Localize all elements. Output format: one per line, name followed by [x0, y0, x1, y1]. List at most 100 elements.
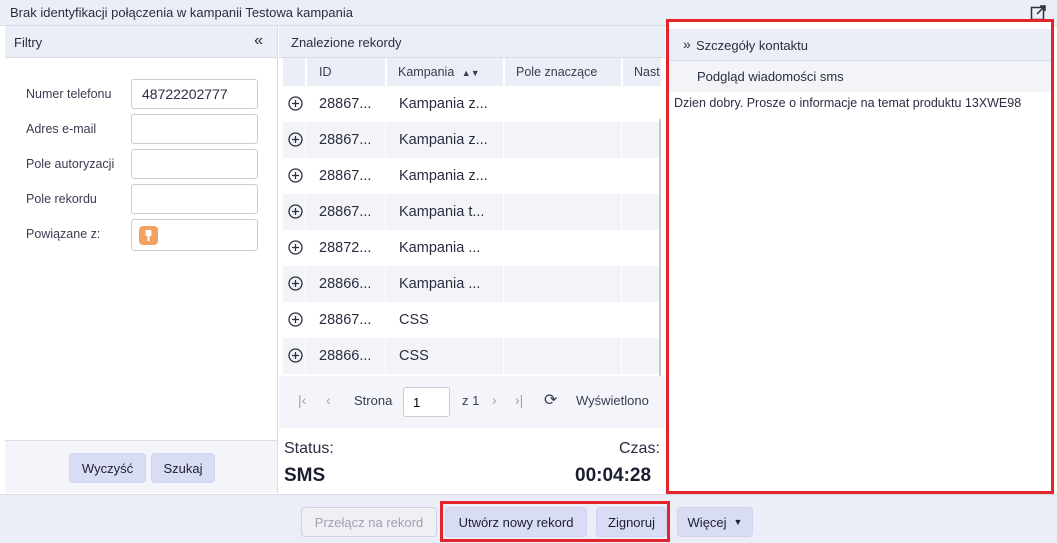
- column-divider: [503, 302, 504, 338]
- double-chevron-left-icon[interactable]: «: [254, 32, 263, 50]
- expand-plus-icon[interactable]: [288, 96, 303, 111]
- filters-header: Filtry «: [5, 26, 277, 58]
- phone-input[interactable]: [131, 79, 258, 109]
- records-header: Znalezione rekordy: [279, 26, 665, 58]
- records-panel: Znalezione rekordy ID Kampania ▲▼ Pole z…: [279, 26, 665, 493]
- page-label: Strona: [354, 393, 393, 408]
- contact-details-title: Szczegóły kontaktu: [696, 38, 809, 53]
- more-button[interactable]: Więcej ▼: [677, 507, 753, 537]
- sort-icon[interactable]: ▲▼: [462, 68, 480, 78]
- table-row[interactable]: 28867... Kampania z...: [283, 158, 661, 194]
- row-campaign-cell: Kampania t...: [399, 204, 485, 220]
- contact-details-header: » Szczegóły kontaktu: [669, 29, 1051, 61]
- column-divider: [621, 122, 622, 158]
- contact-details-panel: » Szczegóły kontaktu Podgląd wiadomości …: [666, 19, 1054, 494]
- pager: |‹ ‹ Strona z 1 › ›| ⟳ Wyświetlono: [279, 376, 665, 428]
- email-filter-row: Adres e-mail: [26, 114, 266, 144]
- column-divider: [385, 302, 386, 338]
- table-row[interactable]: 28867... Kampania z...: [283, 86, 661, 122]
- table-row[interactable]: 28872... Kampania ...: [283, 230, 661, 266]
- status-value: SMS: [284, 465, 326, 486]
- column-header-campaign[interactable]: Kampania ▲▼: [387, 58, 503, 86]
- column-divider: [305, 302, 306, 338]
- row-campaign-cell: CSS: [399, 312, 429, 328]
- table-row[interactable]: 28866... CSS: [283, 338, 661, 374]
- expand-plus-icon[interactable]: [288, 240, 303, 255]
- column-divider: [385, 194, 386, 230]
- column-divider: [621, 194, 622, 230]
- row-id-cell: 28867...: [319, 96, 372, 112]
- table-row[interactable]: 28867... Kampania z...: [283, 122, 661, 158]
- email-input[interactable]: [131, 114, 258, 144]
- column-divider: [503, 158, 504, 194]
- column-divider: [503, 122, 504, 158]
- row-id-cell: 28867...: [319, 312, 372, 328]
- column-divider: [621, 302, 622, 338]
- column-divider: [621, 86, 622, 122]
- auth-label: Pole autoryzacji: [26, 157, 115, 171]
- refresh-icon[interactable]: ⟳: [544, 390, 557, 410]
- related-filter-row: Powiązane z:: [26, 219, 266, 251]
- row-campaign-cell: Kampania z...: [399, 96, 488, 112]
- column-divider: [385, 122, 386, 158]
- row-id-cell: 28867...: [319, 168, 372, 184]
- first-page-icon[interactable]: |‹: [298, 392, 306, 408]
- phone-label: Numer telefonu: [26, 87, 112, 101]
- status-label: Status:: [284, 440, 334, 457]
- time-value: 00:04:28: [575, 465, 652, 486]
- contact-card-icon[interactable]: [139, 226, 158, 245]
- page-input[interactable]: [403, 387, 450, 417]
- column-divider: [305, 86, 306, 122]
- table-row[interactable]: 28867... Kampania t...: [283, 194, 661, 230]
- search-button[interactable]: Szukaj: [151, 453, 215, 483]
- last-page-icon[interactable]: ›|: [515, 392, 523, 408]
- auth-input[interactable]: [131, 149, 258, 179]
- expand-plus-icon[interactable]: [288, 312, 303, 327]
- expand-plus-icon[interactable]: [288, 276, 303, 291]
- filters-title: Filtry: [14, 35, 43, 50]
- column-header-significant-field[interactable]: Pole znaczące: [505, 58, 621, 86]
- switch-to-record-button[interactable]: Przełącz na rekord: [301, 507, 437, 537]
- column-divider: [385, 266, 386, 302]
- record-input[interactable]: [131, 184, 258, 214]
- table-row[interactable]: 28867... CSS: [283, 302, 661, 338]
- page-count: z 1: [462, 393, 480, 408]
- row-campaign-cell: CSS: [399, 348, 429, 364]
- related-selector[interactable]: [131, 219, 258, 251]
- column-divider: [621, 230, 622, 266]
- double-chevron-right-icon[interactable]: »: [683, 36, 691, 52]
- highlight-box: [440, 501, 670, 542]
- column-divider: [503, 230, 504, 266]
- expand-plus-icon[interactable]: [288, 132, 303, 147]
- column-header-id[interactable]: ID: [307, 58, 385, 86]
- clear-button[interactable]: Wyczyść: [69, 453, 146, 483]
- record-label: Pole rekordu: [26, 192, 97, 206]
- sms-message: Dzien dobry. Prosze o informacje na tema…: [674, 96, 1022, 110]
- column-divider: [305, 194, 306, 230]
- grid-header-expand: [283, 58, 305, 86]
- record-filter-row: Pole rekordu: [26, 184, 266, 214]
- expand-plus-icon[interactable]: [288, 204, 303, 219]
- more-button-label: Więcej: [687, 514, 727, 530]
- column-divider: [503, 86, 504, 122]
- row-id-cell: 28866...: [319, 348, 372, 364]
- table-row[interactable]: 28866... Kampania ...: [283, 266, 661, 302]
- column-divider: [621, 338, 622, 374]
- column-header-next[interactable]: Nast: [623, 58, 661, 86]
- column-divider: [621, 266, 622, 302]
- column-divider: [305, 266, 306, 302]
- expand-plus-icon[interactable]: [288, 348, 303, 363]
- filters-panel: Filtry « Numer telefonu Adres e-mail Pol…: [5, 26, 278, 493]
- prev-page-icon[interactable]: ‹: [326, 392, 331, 408]
- column-divider: [503, 266, 504, 302]
- column-divider: [385, 338, 386, 374]
- expand-plus-icon[interactable]: [288, 168, 303, 183]
- column-divider: [305, 158, 306, 194]
- phone-filter-row: Numer telefonu: [26, 79, 266, 109]
- column-divider: [621, 158, 622, 194]
- next-page-icon[interactable]: ›: [492, 392, 497, 408]
- vertical-scrollbar[interactable]: [659, 118, 661, 384]
- row-campaign-cell: Kampania ...: [399, 276, 481, 292]
- column-divider: [503, 338, 504, 374]
- column-divider: [305, 122, 306, 158]
